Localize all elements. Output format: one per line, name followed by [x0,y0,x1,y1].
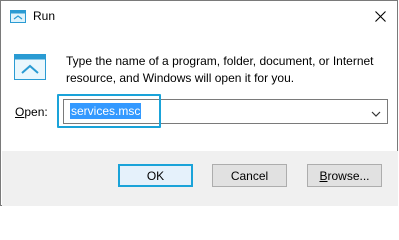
cancel-button[interactable]: Cancel [212,164,287,187]
cancel-button-label: Cancel [230,168,269,183]
open-label-access-key: O [15,105,25,119]
chevron-down-icon [371,111,381,117]
close-icon [374,10,386,22]
input-highlight-box [57,94,161,128]
run-icon [14,54,46,80]
open-label: Open: [15,105,48,119]
instructions-line-2: resource, and Windows will open it for y… [66,71,295,85]
title-bar: Run [1,1,397,33]
button-bar: OK Cancel Browse... [2,151,398,206]
browse-access-key: B [319,168,328,183]
browse-button[interactable]: Browse... [307,164,382,187]
run-icon [10,10,26,23]
window-title: Run [33,9,56,23]
ok-button[interactable]: OK [118,164,193,187]
dropdown-button[interactable] [371,107,381,117]
instructions-line-1: Type the name of a program, folder, docu… [66,54,374,68]
instructions-text: Type the name of a program, folder, docu… [66,53,386,87]
browse-label-rest: rowse... [327,168,370,183]
run-dialog: Run Type the name of a program, folder, … [0,0,398,206]
browse-button-label: Browse... [319,169,369,183]
close-button[interactable] [369,6,391,26]
open-label-rest: pen: [24,105,48,119]
ok-button-label: OK [146,168,165,183]
